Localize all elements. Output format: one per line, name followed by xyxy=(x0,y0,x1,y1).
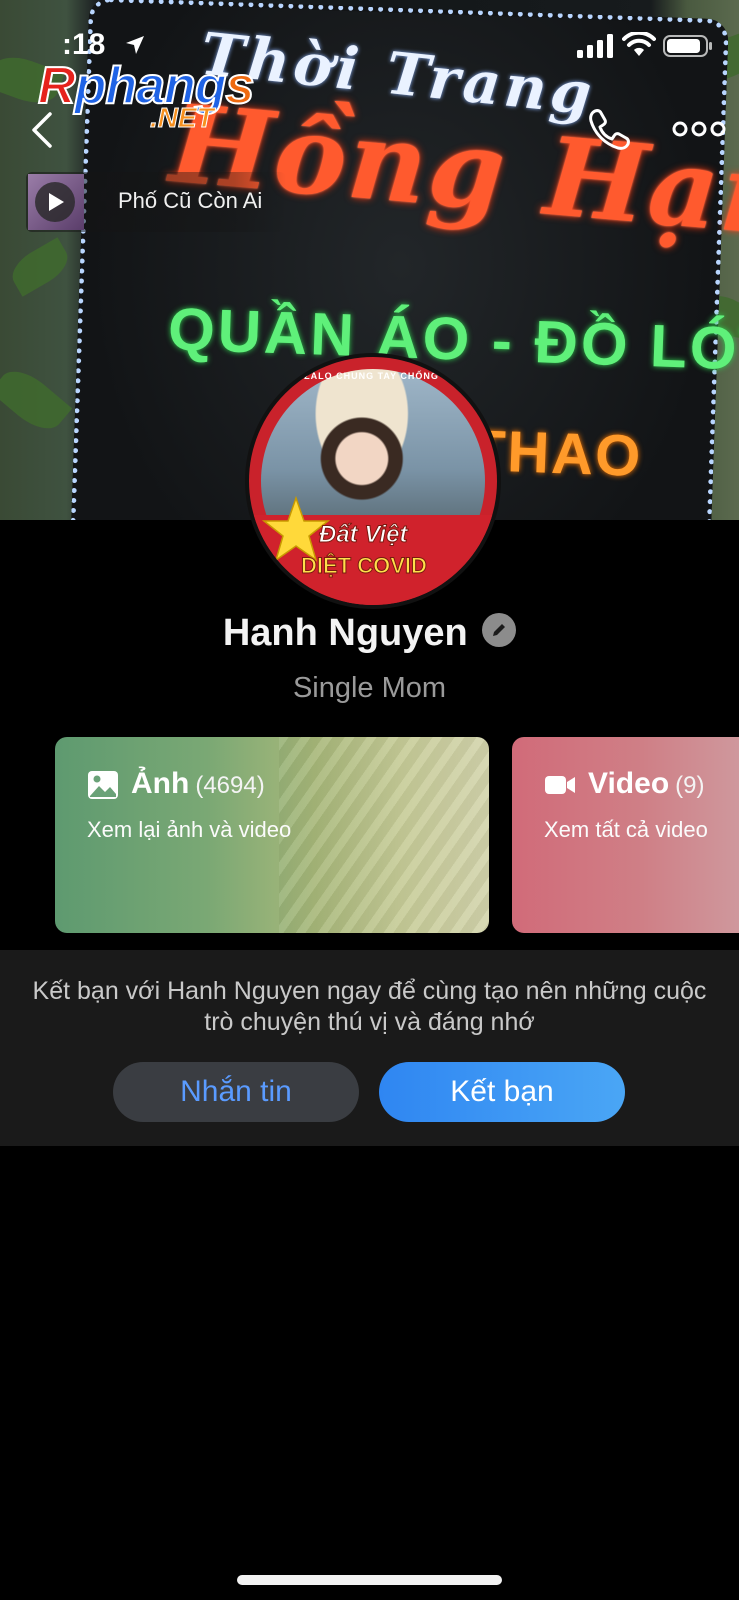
profile-name: Hanh Nguyen xyxy=(222,612,468,654)
image-icon xyxy=(88,771,118,799)
videos-count: (9) xyxy=(675,772,705,799)
videos-card[interactable]: Video (9) Xem tất cả video xyxy=(512,737,739,933)
location-arrow-icon xyxy=(126,36,144,54)
pencil-icon xyxy=(493,623,506,636)
videos-card-title: Video xyxy=(588,767,670,800)
cellular-signal-icon xyxy=(577,34,613,58)
play-icon[interactable] xyxy=(35,182,75,222)
back-chevron-icon[interactable] xyxy=(26,108,60,152)
edit-name-button[interactable] xyxy=(482,612,517,647)
photos-card[interactable]: Ảnh (4694) Xem lại ảnh và video xyxy=(55,737,489,933)
watermark-logo: Rphangs .NET xyxy=(37,56,255,134)
music-album-art xyxy=(28,174,84,230)
avatar-frame: • CÙNG ZALO CHUNG TAY CHỐNG COVID • Đất … xyxy=(249,357,497,605)
photos-card-title: Ảnh xyxy=(131,767,190,800)
profile-name-row: Hanh Nguyen xyxy=(0,612,739,664)
add-friend-panel: Kết bạn với Hanh Nguyen ngay để cùng tạo… xyxy=(0,950,739,1146)
add-friend-prompt: Kết bạn với Hanh Nguyen ngay để cùng tạo… xyxy=(32,977,707,1036)
videos-card-subtitle: Xem tất cả video xyxy=(544,817,708,842)
profile-music-chip[interactable]: Phố Cũ Còn Ai xyxy=(26,172,286,232)
wifi-icon xyxy=(622,32,656,56)
video-camera-icon xyxy=(545,776,575,794)
leaf-decoration xyxy=(0,360,73,440)
avatar-frame-subtitle: DIỆT COVID xyxy=(301,553,428,579)
phone-call-icon[interactable] xyxy=(586,106,632,152)
battery-icon xyxy=(663,35,712,57)
avatar[interactable]: • CÙNG ZALO CHUNG TAY CHỐNG COVID • Đất … xyxy=(245,353,501,609)
message-button[interactable]: Nhắn tin xyxy=(113,1062,359,1122)
avatar-frame-text: • CÙNG ZALO CHUNG TAY CHỐNG COVID • xyxy=(262,371,484,381)
home-indicator[interactable] xyxy=(237,1575,502,1585)
profile-bio: Single Mom xyxy=(292,672,447,704)
more-options-icon[interactable] xyxy=(672,116,726,142)
music-title: Phố Cũ Còn Ai xyxy=(118,188,263,213)
photos-card-subtitle: Xem lại ảnh và video xyxy=(87,817,292,842)
photos-count: (4694) xyxy=(195,772,265,799)
avatar-frame-title: Đất Việt xyxy=(318,521,408,549)
leaf-decoration xyxy=(5,237,75,297)
add-friend-button[interactable]: Kết bạn xyxy=(379,1062,625,1122)
